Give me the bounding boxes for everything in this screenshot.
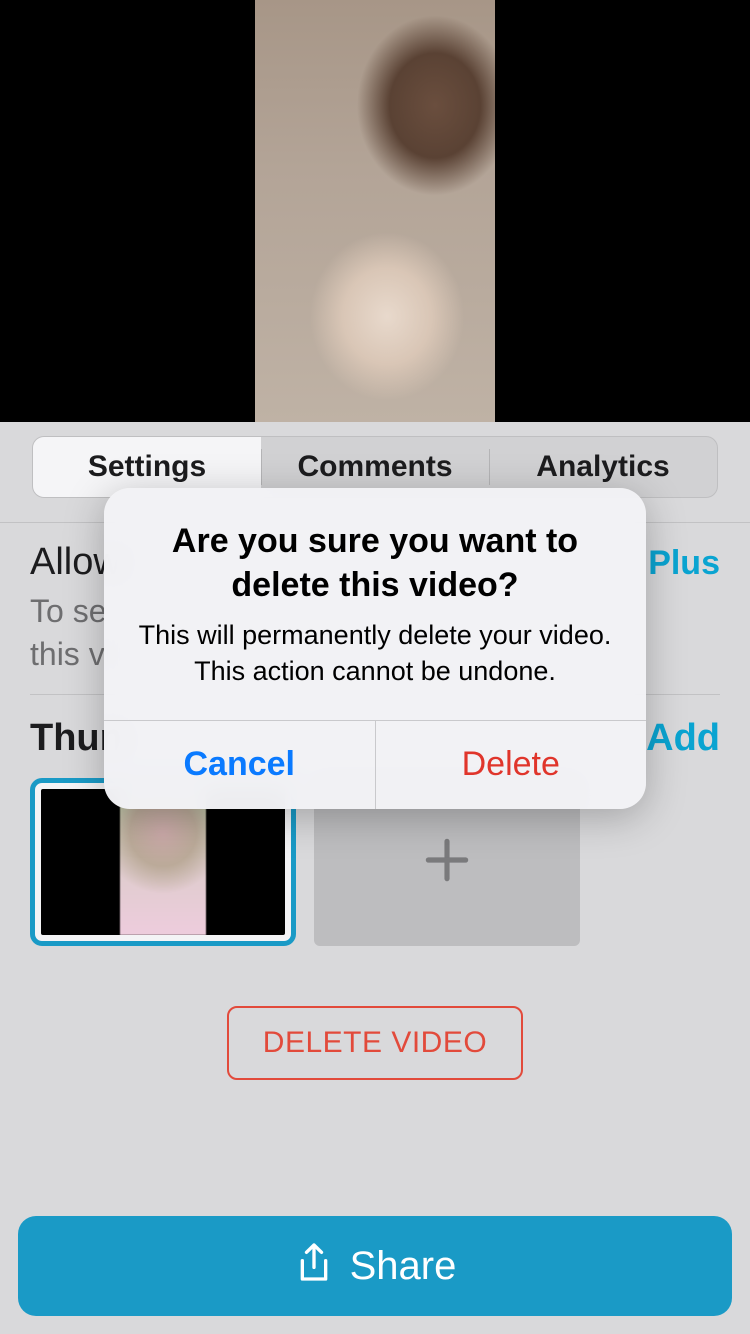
alert-title: Are you sure you want to delete this vid…: [130, 520, 620, 607]
cancel-label: Cancel: [184, 745, 296, 784]
alert-body: Are you sure you want to delete this vid…: [104, 488, 646, 720]
delete-label: Delete: [462, 745, 560, 784]
cancel-button[interactable]: Cancel: [104, 721, 375, 809]
screen: Settings Comments Analytics Allow Plus T…: [0, 0, 750, 1334]
modal-overlay: Are you sure you want to delete this vid…: [0, 0, 750, 1334]
alert-message: This will permanently delete your video.…: [130, 617, 620, 690]
alert-actions: Cancel Delete: [104, 720, 646, 809]
delete-button[interactable]: Delete: [375, 721, 647, 809]
delete-confirm-alert: Are you sure you want to delete this vid…: [104, 488, 646, 809]
